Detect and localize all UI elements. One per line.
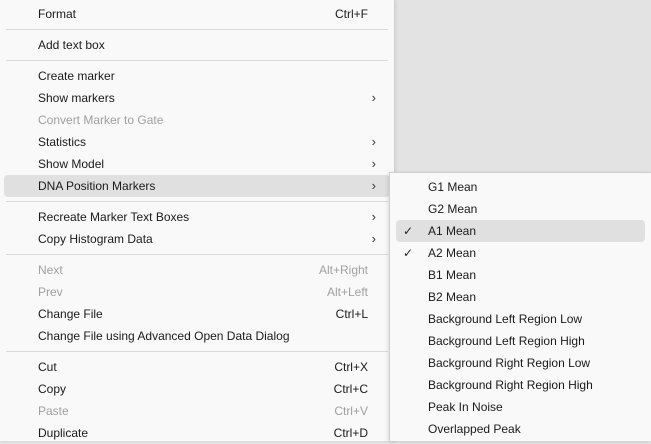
submenu-item-a2-mean[interactable]: ✓ A2 Mean	[396, 242, 645, 264]
chevron-right-icon: ›	[371, 134, 376, 149]
submenu-item-background-right-region-low[interactable]: Background Right Region Low	[396, 352, 645, 374]
menu-item-add-text-box[interactable]: Add text box	[4, 34, 390, 56]
menu-item-convert-marker-to-gate: Convert Marker to Gate	[4, 109, 390, 131]
submenu-item-label: Background Left Region High	[428, 334, 585, 348]
menu-item-label: Copy	[38, 382, 67, 396]
menu-item-format[interactable]: Format Ctrl+F	[4, 3, 390, 25]
menu-item-label: Change File using Advanced Open Data Dia…	[38, 329, 290, 343]
menu-item-cut[interactable]: Cut Ctrl+X	[4, 356, 390, 378]
submenu-item-label: Overlapped Peak	[428, 422, 521, 436]
menu-item-change-file[interactable]: Change File Ctrl+L	[4, 303, 390, 325]
menu-item-show-model[interactable]: Show Model ›	[4, 153, 390, 175]
menu-item-shortcut: Ctrl+F	[335, 7, 368, 21]
chevron-right-icon: ›	[371, 156, 376, 171]
menu-separator	[6, 201, 388, 202]
menu-separator	[6, 60, 388, 61]
submenu-item-peak-in-noise[interactable]: Peak In Noise	[396, 396, 645, 418]
chevron-right-icon: ›	[371, 90, 376, 105]
chevron-right-icon: ›	[371, 178, 376, 193]
menu-item-show-markers[interactable]: Show markers ›	[4, 87, 390, 109]
submenu-item-label: Peak In Noise	[428, 400, 503, 414]
menu-item-label: Statistics	[38, 135, 87, 149]
chevron-right-icon: ›	[371, 231, 376, 246]
submenu-item-label: Background Left Region Low	[428, 312, 583, 326]
submenu-item-label: A2 Mean	[428, 246, 477, 260]
menu-item-prev: Prev Alt+Left	[4, 281, 390, 303]
menu-item-shortcut: Ctrl+L	[335, 307, 368, 321]
menu-item-shortcut: Alt+Right	[318, 263, 368, 277]
menu-item-label: Show Model	[38, 157, 105, 171]
menu-item-label: Copy Histogram Data	[38, 232, 153, 246]
checkmark-icon: ✓	[403, 224, 414, 238]
submenu-item-label: G2 Mean	[428, 202, 478, 216]
menu-item-paste: Paste Ctrl+V	[4, 400, 390, 422]
menu-item-dna-position-markers[interactable]: DNA Position Markers ›	[4, 175, 390, 197]
submenu-item-background-left-region-high[interactable]: Background Left Region High	[396, 330, 645, 352]
menu-separator	[6, 29, 388, 30]
menu-separator	[6, 254, 388, 255]
menu-item-label: Prev	[38, 285, 63, 299]
context-menu: Format Ctrl+F Add text box Create marker Sho…	[0, 0, 395, 441]
submenu-item-label: Background Right Region Low	[428, 356, 591, 370]
submenu-item-label: A1 Mean	[428, 224, 477, 238]
menu-item-copy[interactable]: Copy Ctrl+C	[4, 378, 390, 400]
submenu-item-a1-mean[interactable]: ✓ A1 Mean	[396, 220, 645, 242]
menu-item-label: Format	[38, 7, 77, 21]
submenu-item-g2-mean[interactable]: G2 Mean	[396, 198, 645, 220]
menu-item-label: Convert Marker to Gate	[38, 113, 164, 127]
submenu-item-label: B1 Mean	[428, 268, 477, 282]
submenu-item-g1-mean[interactable]: G1 Mean	[396, 176, 645, 198]
menu-item-shortcut: Ctrl+C	[333, 382, 368, 396]
submenu-item-overlapped-peak[interactable]: Overlapped Peak	[396, 418, 645, 440]
menu-item-statistics[interactable]: Statistics ›	[4, 131, 390, 153]
menu-item-label: Add text box	[38, 38, 105, 52]
submenu-item-b2-mean[interactable]: B2 Mean	[396, 286, 645, 308]
chevron-right-icon: ›	[371, 209, 376, 224]
submenu-item-label: G1 Mean	[428, 180, 478, 194]
menu-item-copy-histogram-data[interactable]: Copy Histogram Data ›	[4, 228, 390, 250]
menu-item-shortcut: Alt+Left	[326, 285, 368, 299]
submenu-item-label: Background Right Region High	[428, 378, 593, 392]
submenu-item-background-left-region-low[interactable]: Background Left Region Low	[396, 308, 645, 330]
menu-item-label: DNA Position Markers	[38, 179, 156, 193]
menu-item-create-marker[interactable]: Create marker	[4, 65, 390, 87]
menu-item-shortcut: Ctrl+X	[334, 360, 368, 374]
submenu-item-label: B2 Mean	[428, 290, 477, 304]
submenu-item-background-right-region-high[interactable]: Background Right Region High	[396, 374, 645, 396]
menu-item-label: Next	[38, 263, 63, 277]
submenu-item-b1-mean[interactable]: B1 Mean	[396, 264, 645, 286]
dna-position-markers-submenu: G1 Mean G2 Mean ✓ A1 Mean ✓ A2 Mean B1 Mean B2 …	[389, 172, 651, 441]
checkmark-icon: ✓	[403, 246, 414, 260]
menu-item-next: Next Alt+Right	[4, 259, 390, 281]
menu-separator	[6, 351, 388, 352]
menu-item-label: Paste	[38, 404, 69, 418]
menu-item-label: Recreate Marker Text Boxes	[38, 210, 190, 224]
menu-item-change-file-using-advanced-open-data-dialog[interactable]: Change File using Advanced Open Data Dia…	[4, 325, 390, 347]
menu-item-label: Create marker	[38, 69, 115, 83]
menu-item-shortcut: Ctrl+V	[334, 404, 368, 418]
menu-item-label: Cut	[38, 360, 57, 374]
menu-item-label: Change File	[38, 307, 103, 321]
menu-item-recreate-marker-text-boxes[interactable]: Recreate Marker Text Boxes ›	[4, 206, 390, 228]
menu-item-label: Show markers	[38, 91, 115, 105]
